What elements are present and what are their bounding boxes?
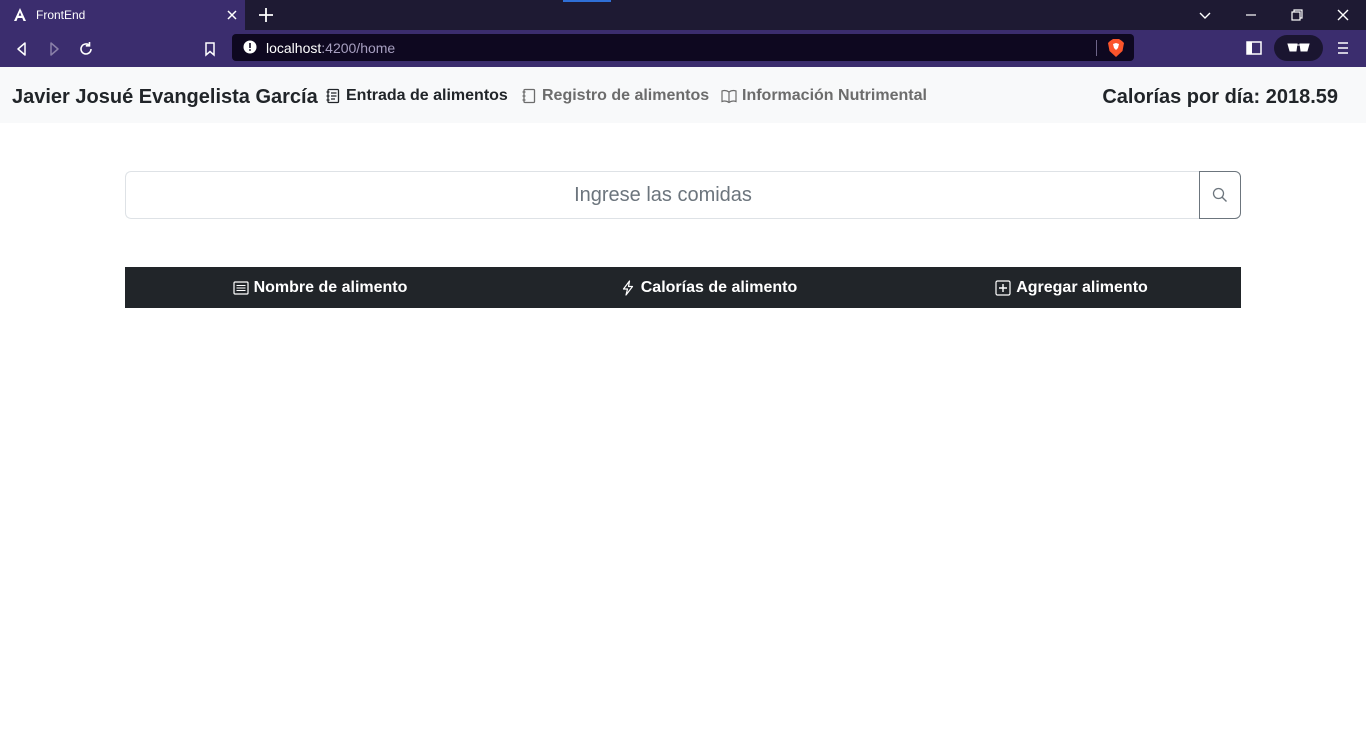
column-header-label: Agregar alimento: [1016, 278, 1148, 296]
tab-title: FrontEnd: [36, 8, 86, 22]
url-text[interactable]: localhost:4200/home: [266, 40, 395, 56]
angular-favicon-icon: [14, 8, 26, 21]
column-header-nombre: Nombre de alimento: [125, 267, 515, 308]
url-path: :4200/home: [321, 40, 396, 56]
list-icon: [232, 280, 249, 295]
journal-text-icon: [326, 88, 340, 104]
book-icon: [721, 89, 737, 104]
sidebar-toggle-icon[interactable]: [1245, 40, 1263, 56]
browser-menu-icon[interactable]: [1335, 40, 1351, 56]
food-table-header: Nombre de alimento Calorías de alimento …: [125, 267, 1241, 308]
search-icon: [1212, 187, 1227, 202]
brave-shields-icon[interactable]: [1107, 38, 1125, 58]
tab-strip-indicator: [563, 0, 611, 2]
column-header-label: Nombre de alimento: [253, 278, 408, 296]
tab-search-chevron-icon[interactable]: [1196, 6, 1214, 24]
site-info-icon[interactable]: [243, 40, 257, 54]
column-header-agregar: Agregar alimento: [902, 267, 1241, 308]
forward-icon[interactable]: [45, 40, 63, 58]
calories-per-day: Calorías por día: 2018.59: [1102, 86, 1338, 108]
browser-tab-strip: FrontEnd: [0, 0, 1366, 30]
new-tab-icon[interactable]: [256, 5, 276, 25]
restore-icon[interactable]: [1288, 6, 1306, 24]
url-separator: [1096, 40, 1097, 56]
lightning-icon: [622, 279, 633, 296]
column-header-calorias: Calorías de alimento: [515, 267, 902, 308]
bookmark-icon[interactable]: [201, 40, 219, 58]
search-button[interactable]: [1199, 171, 1241, 219]
nav-link-entrada[interactable]: Entrada de alimentos: [325, 87, 508, 105]
column-header-label: Calorías de alimento: [640, 278, 798, 296]
tab-close-icon[interactable]: [224, 7, 240, 23]
minimize-icon[interactable]: [1242, 6, 1260, 24]
journal-icon: [522, 88, 536, 104]
close-window-icon[interactable]: [1334, 6, 1352, 24]
plus-square-icon: [995, 279, 1011, 296]
nav-link-informacion[interactable]: Información Nutrimental: [721, 87, 927, 105]
url-host: localhost: [266, 40, 322, 56]
browser-tab[interactable]: FrontEnd: [0, 0, 245, 30]
nav-link-label: Entrada de alimentos: [346, 87, 508, 104]
back-icon[interactable]: [13, 40, 31, 58]
wallet-button[interactable]: [1274, 35, 1323, 61]
food-search-group: [125, 171, 1241, 219]
reload-icon[interactable]: [77, 40, 95, 58]
nav-link-label: Registro de alimentos: [542, 87, 710, 104]
app-navbar: Javier Josué Evangelista García Entrada …: [0, 67, 1366, 123]
nav-link-label: Información Nutrimental: [742, 87, 927, 104]
brand-name[interactable]: Javier Josué Evangelista García: [12, 86, 318, 109]
food-search-input[interactable]: [125, 171, 1200, 219]
nav-link-registro[interactable]: Registro de alimentos: [521, 87, 709, 105]
glasses-icon: [1287, 43, 1310, 52]
